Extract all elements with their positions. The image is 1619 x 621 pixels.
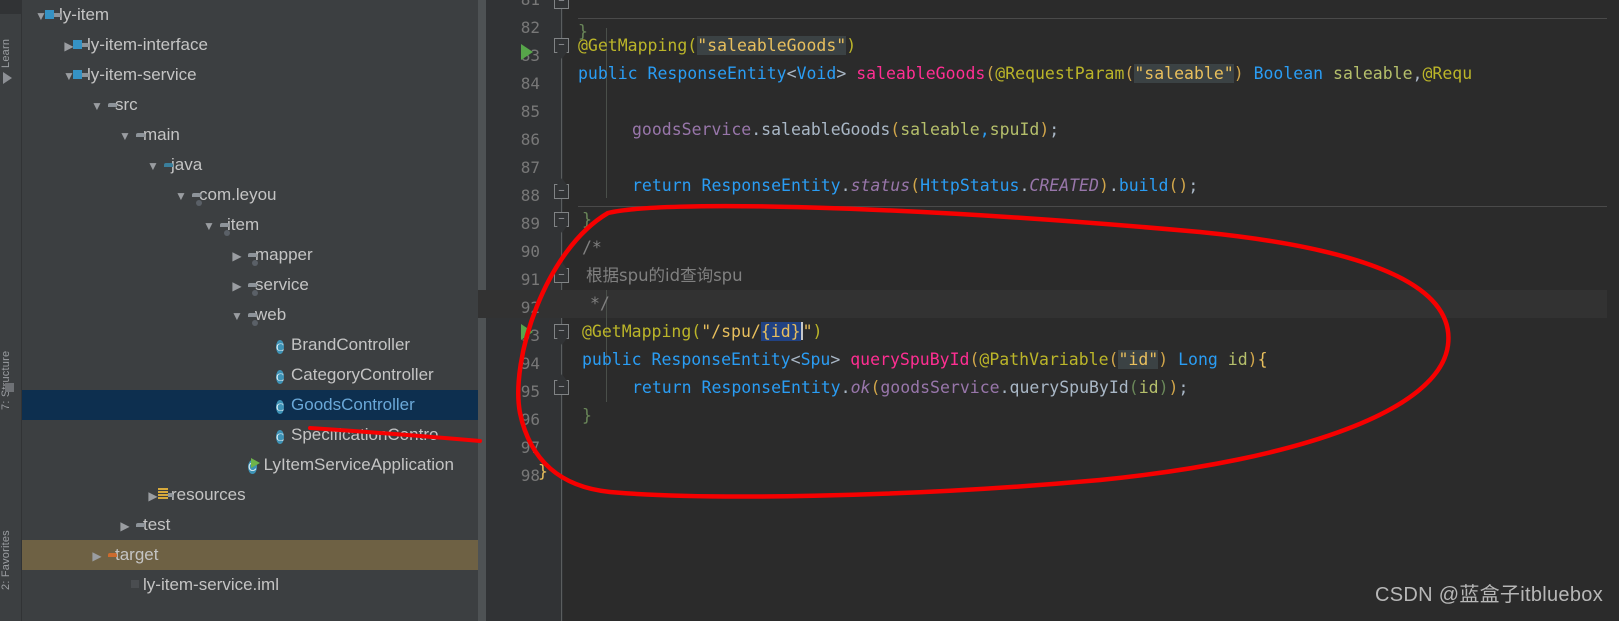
tree-item-mapper[interactable]: ▶ mapper (22, 240, 478, 270)
tree-item-brandcontroller[interactable]: C BrandController (22, 330, 478, 360)
code-line-83[interactable]: public ResponseEntity<Void> saleableGood… (478, 32, 1619, 83)
code-text: public ResponseEntity<Void> saleableGood… (578, 64, 1473, 83)
tree-item-java[interactable]: ▼ java (22, 150, 478, 180)
code-line-95[interactable]: } (478, 374, 1619, 425)
tree-item-web[interactable]: ▼ web (22, 300, 478, 330)
tree-item-resources[interactable]: ▶ resources (22, 480, 478, 510)
chevron-right-icon[interactable]: ▶ (114, 511, 136, 541)
chevron-right-icon[interactable]: ▶ (86, 541, 108, 571)
tree-item-item[interactable]: ▼ item (22, 210, 478, 240)
tree-item-label: service (255, 275, 309, 294)
chevron-right-icon[interactable]: ▶ (226, 241, 248, 271)
tree-item-com-leyou[interactable]: ▼ com.leyou (22, 180, 478, 210)
tree-item-label: ly-item (59, 5, 110, 24)
tree-item-label: test (143, 515, 171, 534)
tree-item-label: ly-item-service (87, 65, 197, 84)
tree-item-label: ly-item-service.iml (143, 575, 279, 594)
spring-boot-class-icon: C (248, 459, 257, 474)
code-line-89[interactable]: /* (478, 206, 1619, 257)
code-line-94[interactable]: return ResponseEntity.ok(goodsService.qu… (478, 346, 1619, 397)
code-line-87[interactable]: return ResponseEntity.status(HttpStatus.… (478, 144, 1619, 195)
tree-item-label: GoodsController (291, 395, 415, 414)
tree-item-main[interactable]: ▼ main (22, 120, 478, 150)
tool-tab-favorites[interactable]: 2: Favorites (0, 470, 22, 590)
code-line-97[interactable]: } (478, 430, 1619, 481)
code-line-82[interactable]: @GetMapping("saleableGoods") (478, 4, 1619, 55)
tree-item-target[interactable]: ▶ target (22, 540, 478, 570)
java-class-icon: C (276, 369, 285, 384)
tree-item-ly-item-interface[interactable]: ▶ ly-item-interface (22, 30, 478, 60)
tree-item-test[interactable]: ▶ test (22, 510, 478, 540)
code-line-93[interactable]: public ResponseEntity<Spu> querySpuById(… (478, 318, 1619, 369)
tree-item-label: src (115, 95, 138, 114)
tree-item-label: web (255, 305, 287, 324)
tree-item-label: target (115, 545, 159, 564)
chevron-down-icon[interactable]: ▼ (142, 151, 164, 181)
tree-item-label: LyItemServiceApplication (263, 455, 454, 474)
java-class-icon: C (276, 339, 285, 354)
tree-item-ly-item-service-iml[interactable]: ly-item-service.iml (22, 570, 478, 600)
tree-item-label: com.leyou (199, 185, 277, 204)
chevron-down-icon[interactable]: ▼ (114, 121, 136, 151)
tool-window-strip: Learn 7: Structure 2: Favorites (0, 0, 22, 621)
code-text: } (538, 462, 548, 481)
tree-item-src[interactable]: ▼ src (22, 90, 478, 120)
csdn-watermark: CSDN @蓝盒子itbluebox (1375, 584, 1603, 606)
tool-tab-structure[interactable]: 7: Structure (0, 300, 22, 410)
code-editor[interactable]: 818283848586878889909192939495969798 − −… (478, 0, 1619, 621)
java-class-icon: C (276, 399, 285, 414)
code-line-91[interactable]: */ (478, 262, 1619, 313)
tree-item-label: item (227, 215, 260, 234)
tree-item-label: CategoryController (291, 365, 434, 384)
ide-window: Learn 7: Structure 2: Favorites ▼ ly-item… (0, 0, 1619, 621)
java-class-icon: C (276, 429, 285, 444)
tree-item-label: main (143, 125, 180, 144)
chevron-down-icon[interactable]: ▼ (198, 211, 220, 241)
tree-item-label: BrandController (291, 335, 411, 354)
tree-item-label: ly-item-interface (87, 35, 208, 54)
code-line-90[interactable]: 根据spu的id查询spu (478, 234, 1619, 285)
project-tree-panel[interactable]: ▼ ly-item ▶ ly-item-interface ▼ ly-item-servi… (22, 0, 478, 621)
tree-item-lyitemserviceapplication[interactable]: C LyItemServiceApplication (22, 450, 478, 480)
tree-item-label: resources (171, 485, 246, 504)
code-text: } (582, 406, 592, 425)
tree-item-label: SpecificationContro (291, 425, 439, 444)
chevron-down-icon[interactable]: ▼ (86, 91, 108, 121)
tree-item-label: mapper (255, 245, 313, 264)
editor-scrollbar[interactable] (1607, 0, 1619, 621)
code-text: goodsService.saleableGoods(saleable,spuI… (632, 120, 1060, 139)
code-line-88[interactable]: } (478, 178, 1619, 229)
chevron-down-icon[interactable]: ▼ (226, 301, 248, 331)
tree-item-specificationcontro[interactable]: C SpecificationContro (22, 420, 478, 450)
code-line-85[interactable]: goodsService.saleableGoods(saleable,spuI… (478, 88, 1619, 139)
structure-tab-icon (5, 383, 14, 392)
chevron-down-icon[interactable]: ▼ (170, 181, 192, 211)
tree-item-ly-item-service[interactable]: ▼ ly-item-service (22, 60, 478, 90)
tree-item-goodscontroller[interactable]: C GoodsController (22, 390, 478, 420)
tree-item-categorycontroller[interactable]: C CategoryController (22, 360, 478, 390)
tree-item-service[interactable]: ▶ service (22, 270, 478, 300)
play-arrow-icon (3, 72, 12, 84)
tree-item-ly-item[interactable]: ▼ ly-item (22, 0, 478, 30)
tree-item-label: java (171, 155, 203, 174)
tool-tab-learn[interactable]: Learn (0, 8, 22, 68)
chevron-right-icon[interactable]: ▶ (226, 271, 248, 301)
code-line-92[interactable]: @GetMapping("/spu/{id} ") (478, 290, 1619, 341)
